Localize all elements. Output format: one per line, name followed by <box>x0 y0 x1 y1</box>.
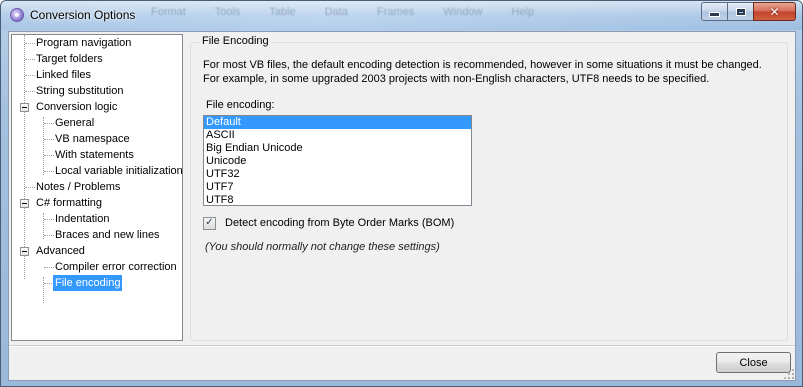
caption-buttons: ✕ <box>701 2 796 22</box>
file-encoding-label: File encoding: <box>206 99 275 111</box>
encoding-option-unicode[interactable]: Unicode <box>204 155 471 168</box>
title-bar[interactable]: Conversion Options Format Tools Table Da… <box>1 1 802 30</box>
minimize-icon <box>709 12 720 17</box>
encoding-option-default[interactable]: Default <box>204 116 471 129</box>
tree-item-braces-and-new-lines[interactable]: Braces and new lines <box>53 227 162 243</box>
tree-item-program-navigation[interactable]: Program navigation <box>34 35 133 51</box>
tree-item-conversion-logic[interactable]: Conversion logic <box>34 99 119 115</box>
checkmark-icon: ✓ <box>205 217 214 228</box>
background-menu-item: Window <box>443 6 483 18</box>
background-menu-item: Format <box>151 6 186 18</box>
collapse-icon[interactable] <box>20 199 29 208</box>
background-menu-item: Data <box>324 6 348 18</box>
tree-connector <box>43 277 44 303</box>
bom-checkbox[interactable]: ✓ <box>203 216 216 230</box>
description: For most VB files, the default encoding … <box>203 58 783 86</box>
group-title: File Encoding <box>200 35 271 47</box>
tree-item-compiler-error-correction[interactable]: Compiler error correction <box>53 259 179 275</box>
tree-item-target-folders[interactable]: Target folders <box>34 51 105 67</box>
tree-item-vb-namespace[interactable]: VB namespace <box>53 131 132 147</box>
background-menu: Format Tools Table Data Frames Window He… <box>151 6 560 22</box>
bom-option[interactable]: ✓ Detect encoding from Byte Order Marks … <box>203 216 454 230</box>
close-icon: ✕ <box>769 4 780 19</box>
close-button[interactable]: Close <box>716 352 791 373</box>
description-line: For most VB files, the default encoding … <box>203 59 762 71</box>
background-menu-item: Help <box>511 6 535 18</box>
encoding-option-utf8[interactable]: UTF8 <box>204 194 471 205</box>
options-tree[interactable]: Program navigation Target folders Linked… <box>11 34 183 341</box>
dialog-window: Conversion Options Format Tools Table Da… <box>0 0 803 387</box>
collapse-icon[interactable] <box>20 247 29 256</box>
window-title: Conversion Options <box>30 8 136 22</box>
description-line: For example, in some upgraded 2003 proje… <box>203 73 710 85</box>
collapse-icon[interactable] <box>20 103 29 112</box>
encoding-option-ascii[interactable]: ASCII <box>204 129 471 142</box>
tree-item-with-statements[interactable]: With statements <box>53 147 136 163</box>
tree-connector <box>24 35 25 279</box>
dialog-client-area: Program navigation Target folders Linked… <box>8 31 796 381</box>
tree-item-file-encoding[interactable]: File encoding <box>53 275 123 291</box>
encoding-option-utf7[interactable]: UTF7 <box>204 181 471 194</box>
background-menu-item: Table <box>269 6 296 18</box>
settings-note: (You should normally not change these se… <box>205 241 440 253</box>
tree-item-general[interactable]: General <box>53 115 96 131</box>
minimize-button[interactable] <box>701 2 727 21</box>
app-icon <box>10 8 24 22</box>
maximize-icon <box>736 8 745 15</box>
maximize-button[interactable] <box>727 2 753 21</box>
background-menu-item: Tools <box>214 6 241 18</box>
encoding-listbox[interactable]: Default ASCII Big Endian Unicode Unicode… <box>203 115 472 206</box>
footer-separator <box>9 345 795 347</box>
encoding-option-big-endian-unicode[interactable]: Big Endian Unicode <box>204 142 471 155</box>
background-menu-item: Frames <box>376 6 415 18</box>
bom-checkbox-label[interactable]: Detect encoding from Byte Order Marks (B… <box>225 217 454 229</box>
tree-item-indentation[interactable]: Indentation <box>53 211 111 227</box>
tree-item-advanced[interactable]: Advanced <box>34 243 87 259</box>
tree-item-string-substitution[interactable]: String substitution <box>34 83 125 99</box>
encoding-option-utf32[interactable]: UTF32 <box>204 168 471 181</box>
tree-item-csharp-formatting[interactable]: C# formatting <box>34 195 104 211</box>
window-close-button[interactable]: ✕ <box>753 2 796 21</box>
tree-item-linked-files[interactable]: Linked files <box>34 67 93 83</box>
tree-connector <box>43 117 44 175</box>
tree-item-notes-problems[interactable]: Notes / Problems <box>34 179 122 195</box>
tree-item-local-variable-initialization[interactable]: Local variable initialization <box>53 163 182 179</box>
